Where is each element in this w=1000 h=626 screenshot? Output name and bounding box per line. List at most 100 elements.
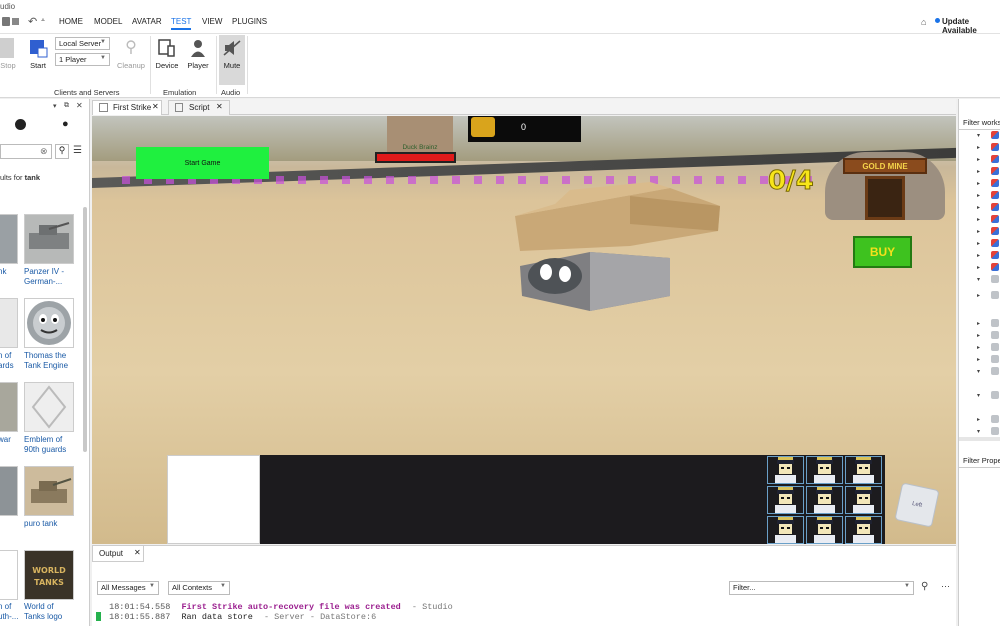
model-icon[interactable] (991, 131, 999, 139)
stop-small-icon[interactable] (12, 18, 19, 25)
item-label-2[interactable]: 90th guards (24, 445, 66, 455)
tab-view[interactable]: VIEW (202, 17, 222, 26)
server-select[interactable]: Local Server ▼ (55, 37, 110, 50)
clear-search-icon[interactable]: ⊗ (40, 146, 48, 157)
item-label[interactable]: World of (24, 602, 54, 612)
scrollbar-thumb[interactable] (83, 207, 87, 452)
stop-button[interactable]: Stop (0, 38, 16, 70)
undo-icon[interactable]: ↶ (28, 15, 37, 28)
inventory-slot[interactable] (767, 516, 804, 544)
inventory-slot[interactable] (806, 516, 843, 544)
item-label-2[interactable]: uth-... (0, 612, 18, 622)
customize-icon[interactable]: ⩡ (41, 17, 45, 25)
part-icon[interactable] (991, 275, 999, 283)
tab-script[interactable]: Script ✕ (168, 100, 230, 115)
item-label[interactable]: Emblem of (24, 435, 62, 445)
players-select[interactable]: 1 Player ▼ (55, 53, 110, 66)
item-label-2[interactable]: Tank Engine (24, 361, 68, 371)
item-label[interactable]: nk (0, 267, 6, 277)
part-icon[interactable] (991, 319, 999, 327)
expand-arrow-icon[interactable]: ▸ (977, 264, 980, 271)
recent-clock-icon[interactable] (15, 119, 26, 130)
inventory-slot[interactable] (806, 486, 843, 514)
expand-arrow-icon[interactable]: ▸ (977, 168, 980, 175)
search-input[interactable]: ⊗ (0, 144, 52, 159)
model-icon[interactable] (991, 251, 999, 259)
view-cube[interactable]: Left (894, 482, 940, 528)
part-icon[interactable] (991, 415, 999, 423)
undock-icon[interactable]: ⧉ (64, 102, 69, 110)
expand-arrow-icon[interactable]: ▾ (977, 368, 980, 375)
model-icon[interactable] (991, 263, 999, 271)
expand-arrow-icon[interactable]: ▸ (977, 192, 980, 199)
expand-arrow-icon[interactable]: ▾ (977, 132, 980, 139)
item-thumb-thomas[interactable] (24, 298, 74, 348)
clear-output-icon[interactable]: ⚲ (921, 581, 928, 592)
panel-splitter[interactable] (959, 437, 1000, 441)
tab-plugins[interactable]: PLUGINS (232, 17, 267, 26)
part-icon[interactable] (991, 343, 999, 351)
item-thumb[interactable] (0, 550, 18, 600)
tab-test[interactable]: TEST (171, 17, 192, 30)
item-thumb[interactable] (0, 382, 18, 432)
inventory-slot[interactable] (806, 456, 843, 484)
expand-arrow-icon[interactable]: ▸ (977, 180, 980, 187)
part-icon[interactable] (991, 355, 999, 363)
start-game-button[interactable]: Start Game (136, 147, 269, 179)
inventory-slot[interactable] (845, 486, 882, 514)
item-label[interactable]: Panzer IV - (24, 267, 64, 277)
contexts-filter-select[interactable]: All Contexts ▼ (168, 581, 230, 595)
properties-filter-input[interactable]: Filter Prope (959, 453, 1000, 468)
item-thumb[interactable] (0, 466, 18, 516)
close-icon[interactable]: ✕ (76, 101, 83, 110)
explorer-filter-input[interactable]: Filter works (959, 115, 1000, 130)
close-icon[interactable]: ✕ (216, 102, 223, 111)
expand-arrow-icon[interactable]: ▸ (977, 216, 980, 223)
item-thumb-wot[interactable]: WORLD TANKS (24, 550, 74, 600)
expand-arrow-icon[interactable]: ▸ (977, 416, 980, 423)
item-label-2[interactable]: German-... (24, 277, 62, 287)
expand-arrow-icon[interactable]: ▸ (977, 204, 980, 211)
buy-button[interactable]: BUY (853, 236, 912, 268)
item-thumb-panzer[interactable] (24, 214, 74, 264)
search-icon[interactable]: ⚲ (55, 144, 69, 159)
messages-filter-select[interactable]: All Messages ▼ (97, 581, 159, 595)
model-icon[interactable] (991, 167, 999, 175)
item-thumb[interactable] (0, 214, 18, 264)
game-viewport[interactable]: Start Game 0 Duck Brainz 0/4 GOLD MINE B… (92, 116, 956, 544)
part-icon[interactable] (991, 427, 999, 435)
close-icon[interactable]: ✕ (134, 548, 141, 557)
item-label-2[interactable]: Tanks logo (24, 612, 62, 622)
tab-avatar[interactable]: AVATAR (132, 17, 162, 26)
expand-arrow-icon[interactable]: ▸ (977, 292, 980, 299)
expand-arrow-icon[interactable]: ▾ (977, 428, 980, 435)
item-thumb-emblem[interactable] (24, 382, 74, 432)
filter-settings-icon[interactable]: ☰ (73, 145, 82, 156)
expand-arrow-icon[interactable]: ▸ (977, 144, 980, 151)
item-label[interactable]: n of (0, 351, 11, 361)
item-label[interactable]: puro tank (24, 519, 57, 529)
more-icon[interactable]: ⋯ (941, 581, 950, 592)
model-icon[interactable] (991, 179, 999, 187)
expand-arrow-icon[interactable]: ▸ (977, 228, 980, 235)
item-thumb-puro[interactable] (24, 466, 74, 516)
item-label[interactable]: n of (0, 602, 11, 612)
model-icon[interactable] (991, 227, 999, 235)
part-icon[interactable] (991, 291, 999, 299)
inventory-slot[interactable] (845, 516, 882, 544)
item-label[interactable]: Thomas the (24, 351, 66, 361)
item-thumb[interactable] (0, 298, 18, 348)
model-icon[interactable] (991, 143, 999, 151)
model-icon[interactable] (991, 215, 999, 223)
expand-arrow-icon[interactable]: ▸ (977, 156, 980, 163)
expand-arrow-icon[interactable]: ▾ (977, 276, 980, 283)
close-icon[interactable]: ✕ (152, 102, 159, 111)
item-label[interactable]: war (0, 435, 11, 445)
panel-dropdown-icon[interactable]: ▾ (53, 102, 57, 110)
model-icon[interactable] (991, 155, 999, 163)
creations-bulb-icon[interactable]: ● (62, 118, 69, 130)
part-icon[interactable] (991, 367, 999, 375)
tab-model[interactable]: MODEL (94, 17, 122, 26)
mute-button[interactable]: Mute (219, 35, 245, 85)
expand-arrow-icon[interactable]: ▸ (977, 332, 980, 339)
